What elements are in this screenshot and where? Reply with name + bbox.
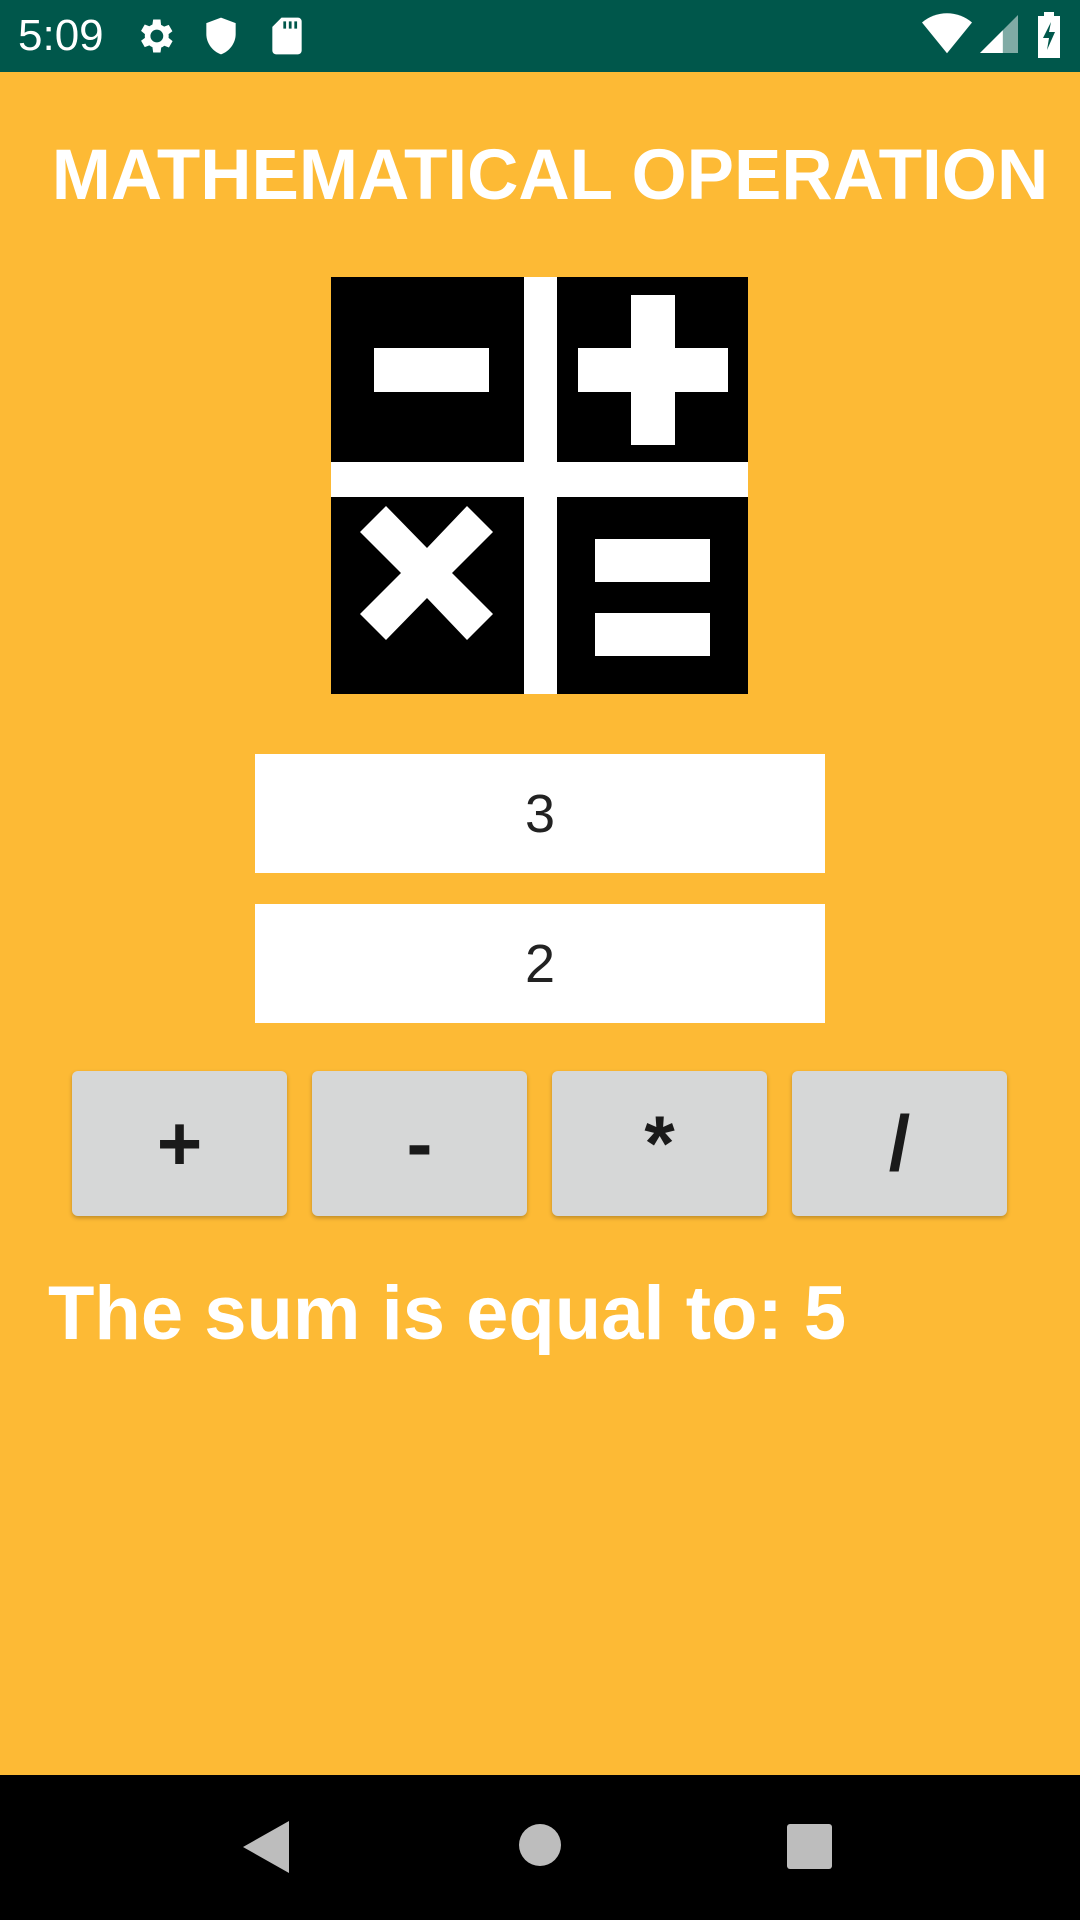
battery-charging-icon [1036,12,1062,63]
result-text: The sum is equal to: 5 [48,1271,847,1356]
divide-button[interactable]: / [792,1071,1007,1216]
navigation-bar [0,1775,1080,1920]
back-icon[interactable] [243,1821,289,1878]
status-bar: 5:09 [0,0,1080,72]
page-title: MATHEMATICAL OPERATION [51,136,1049,215]
signal-icon [980,14,1018,59]
sd-card-icon [265,14,309,63]
shield-icon [199,14,243,63]
app-content: MATHEMATICAL OPERATION + - * / The sum i… [0,72,1080,1775]
recents-icon[interactable] [787,1824,832,1874]
add-button[interactable]: + [72,1071,287,1216]
status-time: 5:09 [18,11,104,60]
home-icon[interactable] [518,1823,562,1872]
multiply-button[interactable]: * [552,1071,767,1216]
math-operations-logo [331,277,748,694]
second-number-input[interactable] [255,904,825,1023]
wifi-icon [922,12,972,61]
subtract-button[interactable]: - [312,1071,527,1216]
first-number-input[interactable] [255,754,825,873]
gear-icon [133,14,177,63]
